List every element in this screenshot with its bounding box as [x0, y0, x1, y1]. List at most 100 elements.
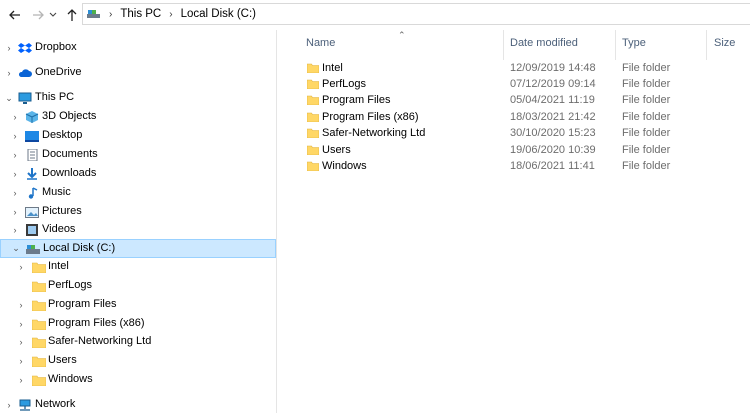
chevron-right-icon[interactable]: › — [16, 375, 26, 385]
nav-item-label: OneDrive — [35, 66, 82, 78]
recent-locations-button[interactable] — [48, 6, 58, 24]
chevron-right-icon[interactable]: › — [16, 300, 26, 310]
chevron-right-icon[interactable]: › — [4, 68, 14, 78]
column-divider[interactable] — [615, 30, 616, 60]
chevron-right-icon[interactable]: › — [10, 169, 20, 179]
cloud-icon — [18, 69, 32, 77]
file-type: File folder — [622, 127, 671, 139]
nav-item-label: This PC — [35, 91, 75, 103]
nav-item-label: Downloads — [42, 167, 97, 179]
nav-item-label: Pictures — [42, 205, 82, 217]
breadcrumb-separator[interactable]: › — [169, 9, 172, 20]
column-header-name[interactable]: Name — [306, 37, 335, 49]
nav-item-music[interactable]: › Music — [0, 184, 276, 202]
file-date: 07/12/2019 09:14 — [510, 78, 596, 90]
file-row[interactable]: Intel 12/09/2019 14:48 File folder — [305, 61, 745, 77]
nav-item-network[interactable]: › Network — [0, 396, 276, 414]
nav-item-desktop[interactable]: › Desktop — [0, 127, 276, 145]
file-date: 18/06/2021 11:41 — [510, 160, 595, 172]
column-divider[interactable] — [503, 30, 504, 60]
nav-item-intel[interactable]: › Intel — [0, 258, 276, 276]
chevron-right-icon[interactable]: › — [10, 188, 20, 198]
folder-icon — [307, 95, 319, 105]
nav-item-label: Network — [35, 398, 76, 410]
nav-item-label: Windows — [48, 373, 93, 385]
dropbox-icon — [18, 43, 32, 53]
chevron-right-icon[interactable]: › — [4, 43, 14, 53]
nav-item-safer-networking[interactable]: › Safer-Networking Ltd — [0, 333, 276, 351]
chevron-down-icon[interactable]: ⌄ — [4, 93, 14, 104]
nav-item-label: PerfLogs — [48, 279, 93, 291]
nav-item-label: Intel — [48, 260, 69, 272]
drive-icon — [26, 245, 40, 254]
navigation-pane: › Dropbox › OneDrive ⌄ This PC › 3D Obje… — [0, 30, 276, 413]
chevron-right-icon[interactable]: › — [16, 356, 26, 366]
up-button[interactable] — [63, 6, 81, 24]
nav-item-label: Desktop — [42, 129, 83, 141]
folder-icon — [32, 337, 46, 348]
folder-icon — [32, 300, 46, 311]
nav-item-users[interactable]: › Users — [0, 352, 276, 370]
nav-item-3d-objects[interactable]: › 3D Objects — [0, 108, 276, 126]
file-type: File folder — [622, 160, 671, 172]
nav-item-label: Users — [48, 354, 77, 366]
music-icon — [28, 187, 38, 199]
computer-icon — [18, 92, 32, 104]
chevron-right-icon[interactable]: › — [4, 400, 14, 410]
file-list: ⌃ Name Date modified Type Size Intel 12/… — [290, 30, 750, 413]
file-date: 18/03/2021 21:42 — [510, 111, 596, 123]
file-row[interactable]: Program Files 05/04/2021 11:19 File fold… — [305, 93, 745, 109]
nav-item-local-disk[interactable]: ⌄ Local Disk (C:) — [0, 239, 276, 258]
file-row[interactable]: Windows 18/06/2021 11:41 File folder — [305, 159, 745, 175]
chevron-right-icon[interactable]: › — [10, 112, 20, 122]
chevron-right-icon[interactable]: › — [16, 337, 26, 347]
file-row[interactable]: PerfLogs 07/12/2019 09:14 File folder — [305, 77, 745, 93]
nav-item-label: Local Disk (C:) — [43, 242, 116, 254]
file-date: 05/04/2021 11:19 — [510, 94, 595, 106]
chevron-right-icon[interactable]: › — [10, 150, 20, 160]
file-row[interactable]: Safer-Networking Ltd 30/10/2020 15:23 Fi… — [305, 126, 745, 142]
column-header-type[interactable]: Type — [622, 37, 646, 49]
navigation-scrollbar[interactable] — [277, 30, 289, 413]
file-row[interactable]: Users 19/06/2020 10:39 File folder — [305, 143, 745, 159]
chevron-down-icon[interactable]: ⌄ — [11, 243, 21, 254]
cube-icon — [25, 111, 39, 123]
file-row[interactable]: Program Files (x86) 18/03/2021 21:42 Fil… — [305, 110, 745, 126]
nav-item-this-pc[interactable]: ⌄ This PC — [0, 89, 276, 107]
file-date: 12/09/2019 14:48 — [510, 62, 596, 74]
nav-item-perflogs[interactable]: PerfLogs — [0, 277, 276, 295]
chevron-right-icon[interactable]: › — [16, 319, 26, 329]
arrow-right-icon — [33, 10, 44, 20]
nav-item-program-files[interactable]: › Program Files — [0, 296, 276, 314]
drive-icon — [87, 9, 101, 19]
column-header-date[interactable]: Date modified — [510, 37, 578, 49]
nav-item-downloads[interactable]: › Downloads — [0, 165, 276, 183]
nav-item-pictures[interactable]: › Pictures — [0, 203, 276, 221]
nav-item-label: Program Files — [48, 298, 117, 310]
nav-item-videos[interactable]: › Videos — [0, 221, 276, 239]
folder-icon — [32, 319, 46, 330]
chevron-right-icon[interactable]: › — [16, 262, 26, 272]
column-header-size[interactable]: Size — [714, 37, 735, 49]
breadcrumb-separator[interactable]: › — [109, 9, 112, 20]
chevron-right-icon[interactable]: › — [10, 131, 20, 141]
chevron-right-icon[interactable]: › — [10, 225, 20, 235]
column-divider[interactable] — [706, 30, 707, 60]
chevron-right-icon[interactable]: › — [10, 207, 20, 217]
address-bar[interactable]: › This PC › Local Disk (C:) — [82, 3, 750, 25]
nav-item-windows[interactable]: › Windows — [0, 371, 276, 389]
folder-icon — [307, 128, 319, 138]
nav-item-program-files-x86[interactable]: › Program Files (x86) — [0, 315, 276, 333]
nav-item-onedrive[interactable]: › OneDrive — [0, 64, 276, 82]
nav-item-documents[interactable]: › Documents — [0, 146, 276, 164]
folder-icon — [32, 356, 46, 367]
forward-button[interactable] — [29, 6, 47, 24]
nav-item-dropbox[interactable]: › Dropbox — [0, 39, 276, 57]
file-type: File folder — [622, 144, 671, 156]
file-name: Windows — [322, 160, 367, 172]
back-button[interactable] — [6, 6, 24, 24]
folder-icon — [307, 145, 319, 155]
breadcrumb-this-pc[interactable]: This PC — [120, 8, 161, 20]
document-icon — [27, 149, 38, 161]
breadcrumb-local-disk[interactable]: Local Disk (C:) — [181, 8, 256, 20]
